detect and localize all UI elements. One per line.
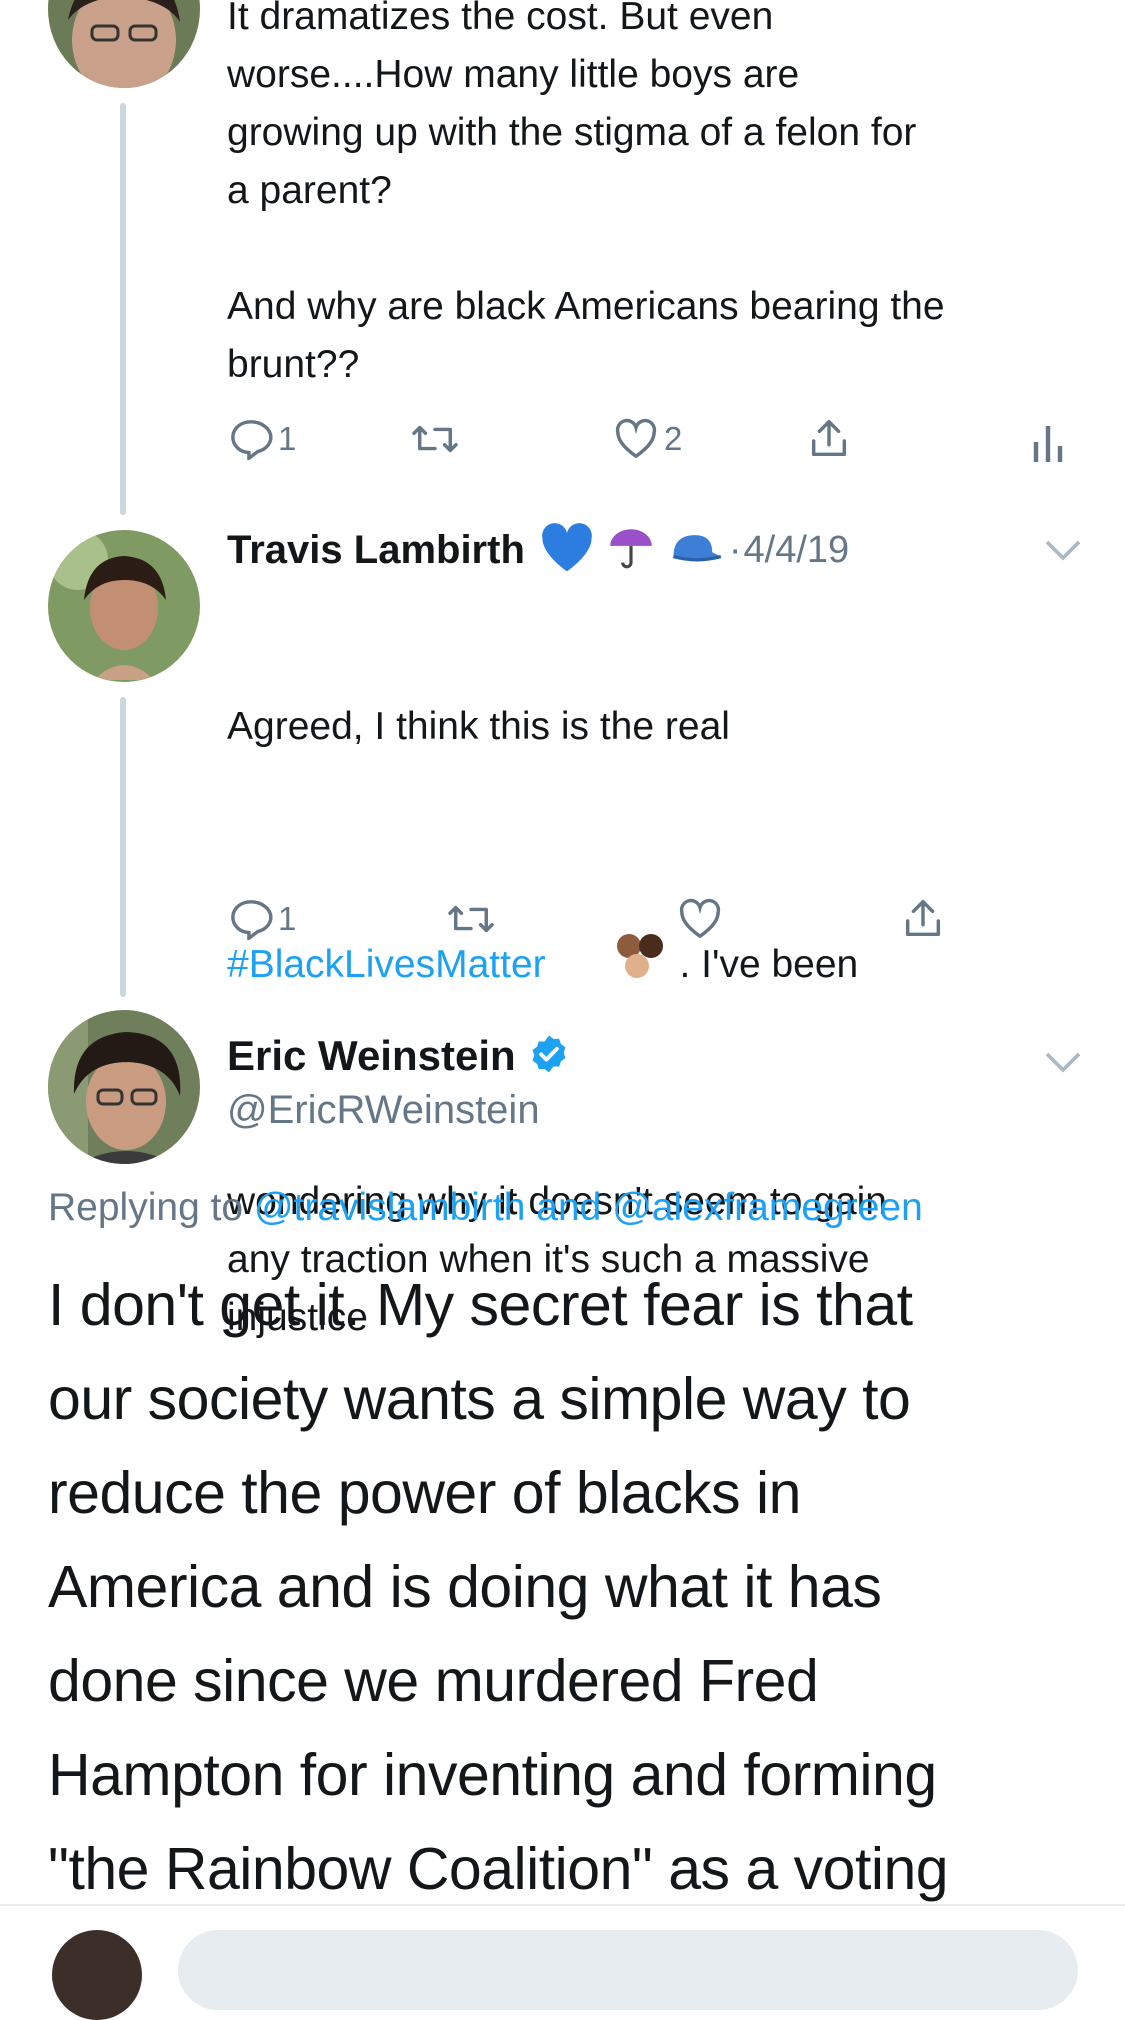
- tweet2-date[interactable]: 4/4/19: [744, 529, 850, 572]
- cap-icon: [667, 525, 723, 576]
- raised-fists-icon: [548, 872, 669, 1057]
- share-icon: [806, 416, 852, 462]
- reply-icon: [228, 418, 274, 460]
- tweet1-text: It dramatizes the cost. But even worse..…: [227, 0, 945, 386]
- main-tweet-menu-chevron-down-icon[interactable]: [1043, 1050, 1083, 1079]
- tweet2-separator: ·: [728, 528, 742, 571]
- avatar-eric-top[interactable]: [48, 0, 200, 88]
- reply-and: and: [525, 1186, 613, 1229]
- thread-line-1: [120, 103, 126, 515]
- share-icon: [900, 896, 946, 942]
- umbrella-icon: [605, 523, 657, 578]
- reply-to-link-2[interactable]: @alexframegreen: [612, 1186, 923, 1229]
- tweet1-analytics-button[interactable]: [1030, 418, 1066, 462]
- compose-avatar: [52, 1930, 142, 2020]
- tweet2-menu-chevron-down-icon[interactable]: [1043, 538, 1083, 567]
- compose-input[interactable]: [178, 1930, 1078, 2010]
- tweet1-reply-count: 1: [278, 420, 297, 457]
- tweet2-reply-button[interactable]: 1: [228, 898, 296, 940]
- tweet1-like-button[interactable]: 2: [612, 418, 682, 460]
- avatar-travis[interactable]: [48, 530, 200, 682]
- reply-icon: [228, 898, 274, 940]
- tweet2-retweet-button[interactable]: [446, 898, 496, 940]
- main-tweet-author-name[interactable]: Eric Weinstein: [227, 1032, 516, 1080]
- main-tweet-author-row: Eric Weinstein: [227, 1032, 570, 1080]
- avatar-eric[interactable]: [48, 1010, 200, 1164]
- tweet2-line-2-rest: . I've been: [668, 942, 859, 986]
- thread-line-2: [120, 697, 126, 997]
- blue-heart-icon: [539, 522, 595, 579]
- heart-icon: [612, 418, 660, 460]
- reply-compose-bar: [0, 1904, 1125, 2020]
- tweet1-share-button[interactable]: [806, 416, 852, 462]
- analytics-icon: [1030, 418, 1066, 462]
- main-tweet-handle[interactable]: @EricRWeinstein: [227, 1088, 540, 1133]
- retweet-icon: [410, 418, 460, 460]
- tweet2-share-button[interactable]: [900, 896, 946, 942]
- tweet1-like-count: 2: [664, 420, 683, 457]
- tweet2-author-name[interactable]: Travis Lambirth: [227, 528, 525, 573]
- tweet1-reply-button[interactable]: 1: [228, 418, 296, 460]
- tweet2-line-1: Agreed, I think this is the real: [227, 705, 730, 748]
- reply-to-link-1[interactable]: @travislambirth: [254, 1186, 525, 1229]
- hashtag-link[interactable]: #BlackLivesMatter: [227, 936, 546, 994]
- tweet2-header: Travis Lambirth · 4/4/19: [227, 520, 1087, 580]
- tweet2-line-2: #BlackLivesMatter . I've been: [227, 872, 1097, 1057]
- tweet1-retweet-button[interactable]: [410, 418, 460, 460]
- replying-to-line: Replying to @travislambirth and @alexfra…: [48, 1186, 923, 1230]
- retweet-icon: [446, 898, 496, 940]
- tweet2-like-button[interactable]: [676, 898, 724, 940]
- heart-icon: [676, 898, 724, 940]
- tweet2-reply-count: 1: [278, 900, 297, 937]
- main-tweet-text: I don't get it. My secret fear is that o…: [48, 1272, 949, 1902]
- replying-prefix: Replying to: [48, 1186, 254, 1229]
- verified-badge-icon: [528, 1033, 570, 1080]
